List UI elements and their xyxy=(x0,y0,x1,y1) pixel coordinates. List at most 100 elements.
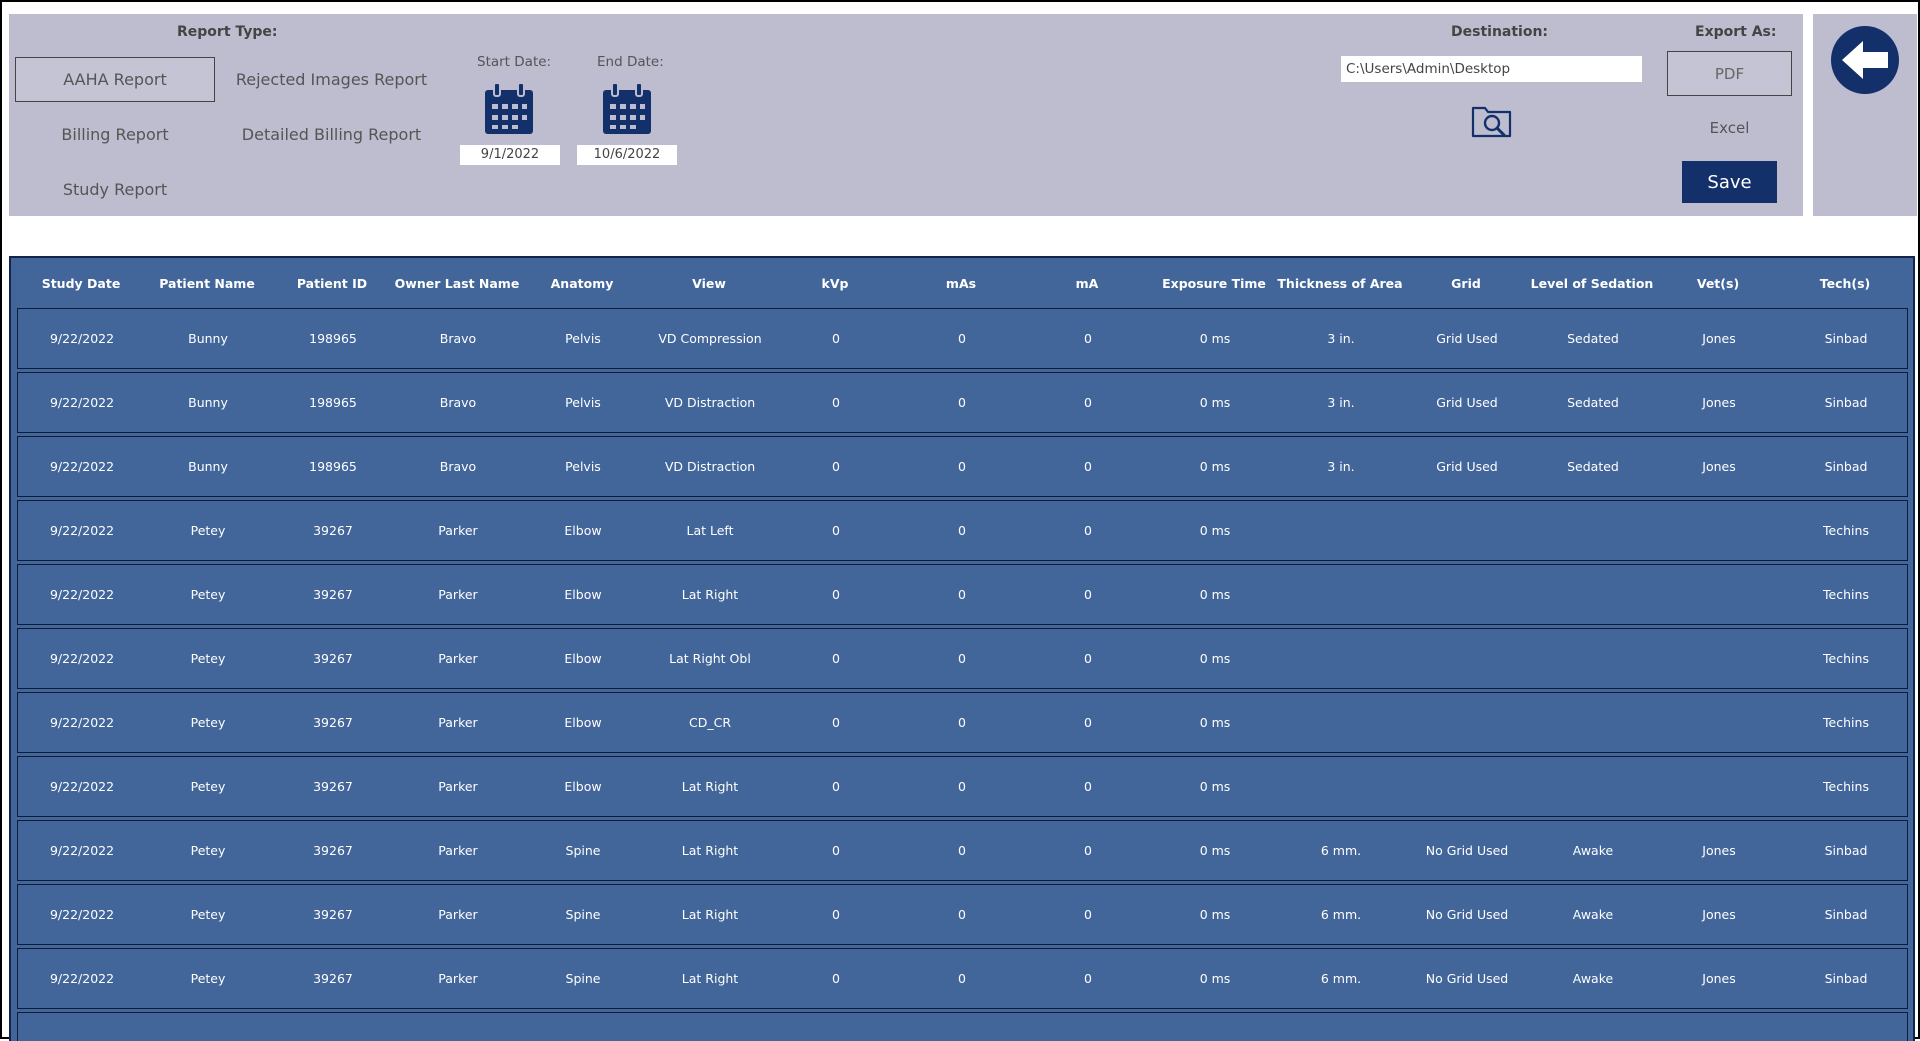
detailed-billing-report-button[interactable]: Detailed Billing Report xyxy=(229,112,434,157)
table-cell: 39267 xyxy=(313,715,353,730)
table-row[interactable]: 9/22/2022 Petey 39267 Parker Elbow CD_CR 0 0 0 0 … xyxy=(17,692,1908,753)
table-cell: 9/22/2022 xyxy=(49,843,115,858)
table-cell: 0 ms xyxy=(1199,395,1231,410)
folder-search-icon[interactable] xyxy=(1471,104,1513,138)
table-cell: Parker xyxy=(438,587,478,602)
table-cell: Sinbad xyxy=(1824,907,1868,922)
column-header[interactable]: Patient ID xyxy=(269,276,395,291)
table-row[interactable]: 9/22/2022 Petey 39267 Parker Elbow Lat Right … xyxy=(17,628,1908,689)
table-cell: Lat Right xyxy=(681,843,739,858)
table-cell: 9/22/2022 xyxy=(49,651,115,666)
table-cell: 39267 xyxy=(313,779,353,794)
table-row[interactable]: 9/22/2022 Petey 39267 Parker Spine Lat Right 0… xyxy=(17,948,1908,1009)
table-cell: 3 in. xyxy=(1327,395,1355,410)
start-date-label: Start Date: xyxy=(477,54,552,70)
table-cell: No Grid Used xyxy=(1425,971,1509,986)
calendar-icon[interactable] xyxy=(601,82,653,136)
study-report-button[interactable]: Study Report xyxy=(15,167,215,212)
table-cell: Petey xyxy=(190,779,226,794)
aaha-report-button[interactable]: AAHA Report xyxy=(15,57,215,102)
table-cell: Jones xyxy=(1702,395,1736,410)
table-cell: Parker xyxy=(438,907,478,922)
table-cell: Sinbad xyxy=(1824,395,1868,410)
save-button[interactable]: Save xyxy=(1682,161,1777,203)
app-window: Report Type: AAHA Report Rejected Images… xyxy=(0,0,1920,1041)
table-cell: 0 xyxy=(1084,715,1092,730)
table-row[interactable]: 9/22/2022 Bunny 198965 Bravo Pelvis VD Distra… xyxy=(17,436,1908,497)
table-cell: 9/22/2022 xyxy=(49,779,115,794)
table-cell: Lat Right xyxy=(681,907,739,922)
column-header[interactable]: kVp xyxy=(772,276,898,291)
table-cell: 0 ms xyxy=(1199,523,1231,538)
table-cell: Spine xyxy=(565,907,601,922)
column-header[interactable]: Owner Last Name xyxy=(394,276,520,291)
end-date-label: End Date: xyxy=(597,54,664,70)
billing-report-button[interactable]: Billing Report xyxy=(15,112,215,157)
table-cell: Pelvis xyxy=(565,459,601,474)
export-pdf-button[interactable]: PDF xyxy=(1667,51,1792,96)
table-cell: 9/22/2022 xyxy=(49,715,115,730)
table-cell: 0 ms xyxy=(1199,843,1231,858)
table-cell: 0 xyxy=(832,395,840,410)
column-header[interactable]: Thickness of Area xyxy=(1277,276,1403,291)
start-date-field[interactable]: 9/1/2022 xyxy=(460,145,560,165)
table-cell: 9/22/2022 xyxy=(49,587,115,602)
table-cell: 39267 xyxy=(313,907,353,922)
table-cell: Elbow xyxy=(564,779,602,794)
table-row[interactable]: 9/22/2022 Petey 39267 Parker Spine Lat Right 0… xyxy=(17,820,1908,881)
table-header: Study Date Patient Name Patient ID Owner La… xyxy=(11,258,1913,308)
end-date-field[interactable]: 10/6/2022 xyxy=(577,145,677,165)
back-arrow-icon[interactable] xyxy=(1830,25,1900,95)
table-cell: Parker xyxy=(438,715,478,730)
table-cell: Sedated xyxy=(1567,331,1619,346)
table-cell: Grid Used xyxy=(1436,459,1498,474)
table-row[interactable]: 9/22/2022 Petey 39267 Parker Elbow Lat Right 0… xyxy=(17,756,1908,817)
report-options-panel: Report Type: AAHA Report Rejected Images… xyxy=(9,14,1803,216)
table-cell: Parker xyxy=(438,971,478,986)
table-cell: Bunny xyxy=(188,395,228,410)
table-cell: Techins xyxy=(1823,587,1869,602)
table-row[interactable]: 9/22/2022 Petey 39267 Parker Elbow Lat Left 0 0… xyxy=(17,500,1908,561)
table-cell: Petey xyxy=(190,971,226,986)
table-cell: Elbow xyxy=(564,651,602,666)
column-header[interactable]: View xyxy=(646,276,772,291)
column-header[interactable]: Tech(s) xyxy=(1782,276,1908,291)
table-cell: Lat Left xyxy=(686,523,734,538)
column-header[interactable]: Vet(s) xyxy=(1655,276,1781,291)
table-cell: 9/22/2022 xyxy=(49,523,115,538)
table-row[interactable]: 9/22/2022 Bunny 198965 Bravo Pelvis VD Compre… xyxy=(17,308,1908,369)
table-cell: 0 xyxy=(1084,651,1092,666)
column-header[interactable]: mA xyxy=(1024,276,1150,291)
destination-input[interactable] xyxy=(1341,56,1642,82)
table-row[interactable]: 9/22/2022 Petey 39267 Parker Elbow Lat Right 0… xyxy=(17,564,1908,625)
table-cell: 0 ms xyxy=(1199,651,1231,666)
table-cell: 0 xyxy=(832,459,840,474)
table-cell: Techins xyxy=(1823,523,1869,538)
column-header[interactable]: Patient Name xyxy=(144,276,270,291)
table-cell: 0 xyxy=(1084,587,1092,602)
table-cell: 9/22/2022 xyxy=(49,331,115,346)
column-header[interactable]: Exposure Time xyxy=(1151,276,1277,291)
column-header[interactable]: Anatomy xyxy=(519,276,645,291)
table-cell: 0 xyxy=(832,651,840,666)
table-cell: Bravo xyxy=(439,395,477,410)
table-cell: Elbow xyxy=(564,715,602,730)
calendar-icon[interactable] xyxy=(483,82,535,136)
table-cell: 0 xyxy=(958,587,966,602)
column-header[interactable]: Study Date xyxy=(18,276,144,291)
export-excel-button[interactable]: Excel xyxy=(1667,114,1792,142)
table-row[interactable]: 9/22/2022 Petey 39267 Parker Spine Lat Right 0… xyxy=(17,884,1908,945)
table-row[interactable]: 9/22/2022 Bunny 198965 Bravo Pelvis VD Distra… xyxy=(17,372,1908,433)
table-cell: 0 ms xyxy=(1199,587,1231,602)
rejected-images-report-button[interactable]: Rejected Images Report xyxy=(229,57,434,102)
column-header[interactable]: Grid xyxy=(1403,276,1529,291)
table-cell: No Grid Used xyxy=(1425,843,1509,858)
table-cell: Petey xyxy=(190,651,226,666)
table-cell: 6 mm. xyxy=(1320,843,1362,858)
table-row[interactable] xyxy=(17,1012,1908,1041)
table-cell: 0 xyxy=(1084,843,1092,858)
table-cell: 0 xyxy=(958,907,966,922)
column-header[interactable]: Level of Sedation xyxy=(1529,276,1655,291)
table-cell: 39267 xyxy=(313,971,353,986)
column-header[interactable]: mAs xyxy=(898,276,1024,291)
